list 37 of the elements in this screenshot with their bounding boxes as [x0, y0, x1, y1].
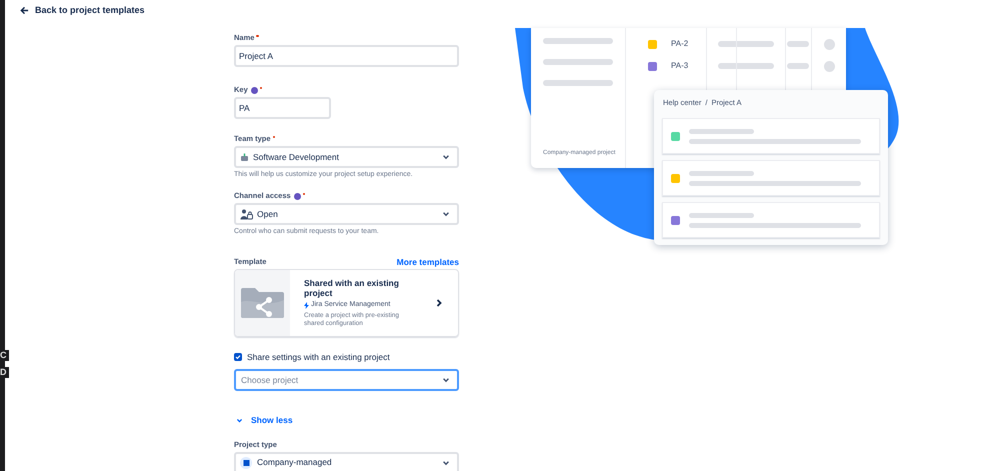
edge-text: D	[0, 367, 8, 378]
placeholder-bar	[543, 59, 613, 65]
info-icon[interactable]	[250, 86, 258, 94]
avatar-placeholder	[824, 38, 835, 50]
placeholder-bar	[689, 170, 754, 176]
text-field[interactable]: PA	[234, 97, 331, 119]
more-templates-link[interactable]: More templates	[396, 256, 459, 268]
placeholder-bar	[543, 80, 613, 86]
placeholder-bar	[543, 38, 613, 44]
issue-key: PA-3	[671, 60, 711, 72]
chevron-down-icon	[442, 458, 450, 467]
select-field[interactable]: Open	[234, 203, 459, 225]
show-less-toggle[interactable]: Show less	[236, 414, 293, 427]
select-field[interactable]: Company-managed	[234, 452, 459, 471]
avatar-placeholder	[824, 60, 835, 72]
shared-folder-icon	[241, 288, 284, 318]
back-link[interactable]: Back to project templates	[20, 3, 145, 18]
issue-key: PA-2	[671, 38, 711, 50]
placeholder-bar	[689, 212, 754, 218]
placeholder-bar	[689, 128, 754, 134]
checkbox-label: Share settings with an existing project	[247, 350, 390, 364]
template-title: Shared with an existing project	[304, 278, 400, 298]
edge-text: C	[0, 350, 8, 361]
chevron-right-icon	[436, 299, 442, 307]
back-arrow-icon	[20, 6, 29, 16]
select-field[interactable]: Software Development	[234, 146, 459, 168]
info-icon[interactable]	[294, 192, 301, 200]
chevron-icon	[236, 416, 243, 424]
lightning-icon	[304, 302, 309, 308]
chevron-down-icon	[442, 376, 450, 384]
people-lock-icon	[240, 208, 253, 220]
checkbox[interactable]	[234, 353, 242, 361]
cake-icon	[240, 153, 249, 161]
text-field[interactable]: Project A	[234, 45, 459, 67]
project-select[interactable]: Choose project	[234, 369, 459, 391]
chevron-down-icon	[442, 210, 450, 218]
chevron-down-icon	[442, 153, 450, 161]
